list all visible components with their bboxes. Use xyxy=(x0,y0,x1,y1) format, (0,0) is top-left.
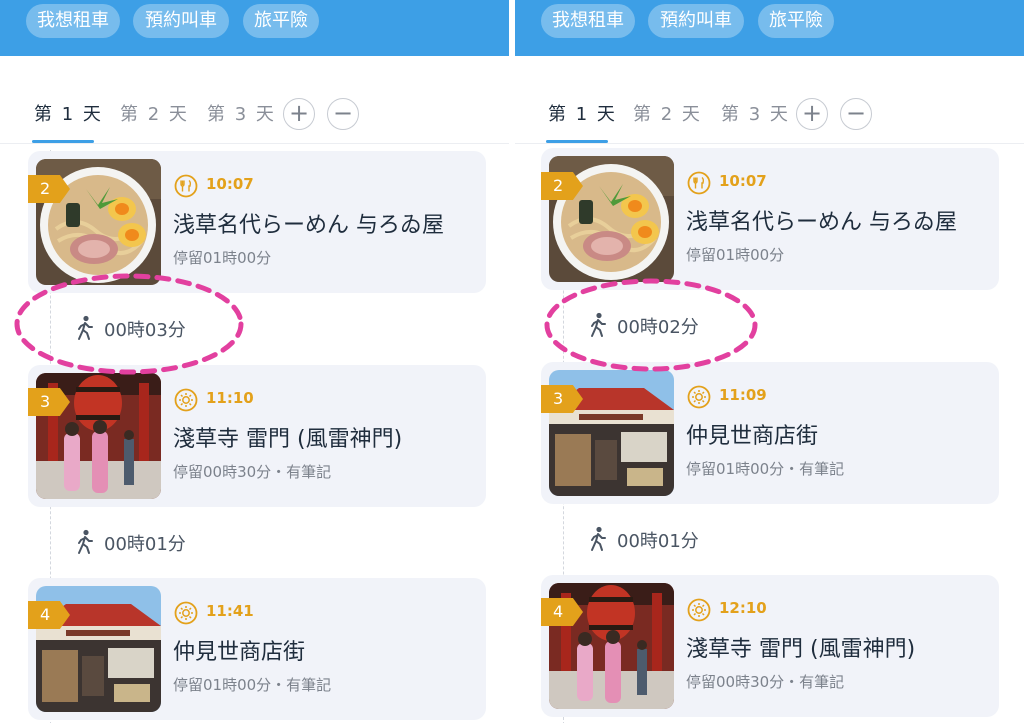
minus-icon[interactable]: − xyxy=(840,98,872,130)
stay-duration: 停留01時00分・有筆記 xyxy=(686,460,845,478)
walk-segment: 00時03分 xyxy=(74,313,224,343)
walk-segment: 00時02分 xyxy=(587,310,737,340)
book-taxi-button[interactable]: 預約叫車 xyxy=(648,4,744,38)
itinerary-stop-card[interactable]: 3 11:09 仲見世商店街 停留01時00分・有筆記 xyxy=(541,362,999,504)
stop-title: 淺草寺 雷門 (風雷神門) xyxy=(173,427,403,452)
walking-person-icon xyxy=(591,312,606,337)
stay-duration: 停留00時30分・有筆記 xyxy=(686,673,845,691)
sightseeing-icon xyxy=(687,598,711,622)
rent-car-button[interactable]: 我想租車 xyxy=(26,4,120,38)
restaurant-icon xyxy=(174,174,198,198)
sightseeing-icon xyxy=(687,385,711,409)
walking-person-icon xyxy=(78,315,93,340)
active-tab-indicator xyxy=(546,140,608,143)
arrival-time: 10:07 xyxy=(206,175,254,193)
itinerary-panel-after: 我想租車 預約叫車 旅平險 第 1 天 第 2 天 第 3 天 + − 2 10… xyxy=(515,0,1024,723)
book-taxi-button[interactable]: 預約叫車 xyxy=(133,4,229,38)
walking-person-icon xyxy=(78,529,93,554)
itinerary-stop-card[interactable]: 3 11:10 淺草寺 雷門 (風雷神門) 停留00時30分・有筆記 xyxy=(28,365,486,507)
itinerary-stop-card[interactable]: 4 11:41 仲見世商店街 停留01時00分・有筆記 xyxy=(28,578,486,720)
itinerary-stop-card[interactable]: 4 12:10 淺草寺 雷門 (風雷神門) 停留00時30分・有筆記 xyxy=(541,575,999,717)
walk-duration: 00時02分 xyxy=(617,317,699,338)
header-bar: 我想租車 預約叫車 旅平險 xyxy=(515,0,1024,56)
tab-day-1[interactable]: 第 1 天 xyxy=(34,100,103,126)
travel-insurance-button[interactable]: 旅平險 xyxy=(243,4,319,38)
header-bar: 我想租車 預約叫車 旅平險 xyxy=(0,0,509,56)
itinerary-panel-before: 我想租車 預約叫車 旅平險 第 1 天 第 2 天 第 3 天 + − 2 10… xyxy=(0,0,509,723)
walk-segment: 00時01分 xyxy=(587,524,737,554)
walk-segment: 00時01分 xyxy=(74,527,224,557)
walk-duration: 00時01分 xyxy=(104,534,186,555)
arrival-time: 11:10 xyxy=(206,389,254,407)
arrival-time: 11:09 xyxy=(719,386,767,404)
plus-icon[interactable]: + xyxy=(283,98,315,130)
walk-duration: 00時03分 xyxy=(104,320,186,341)
minus-icon[interactable]: − xyxy=(327,98,359,130)
stop-title: 仲見世商店街 xyxy=(686,424,819,449)
walking-person-icon xyxy=(591,526,606,551)
sightseeing-icon xyxy=(174,601,198,625)
sightseeing-icon xyxy=(174,388,198,412)
stay-duration: 停留00時30分・有筆記 xyxy=(173,463,332,481)
itinerary-stop-card[interactable]: 2 10:07 浅草名代らーめん 与ろゐ屋 停留01時00分 xyxy=(541,148,999,290)
travel-insurance-button[interactable]: 旅平險 xyxy=(758,4,834,38)
tab-day-2[interactable]: 第 2 天 xyxy=(633,100,702,126)
stop-title: 仲見世商店街 xyxy=(173,640,306,665)
arrival-time: 12:10 xyxy=(719,599,767,617)
tab-day-1[interactable]: 第 1 天 xyxy=(548,100,617,126)
restaurant-icon xyxy=(687,171,711,195)
stop-title: 浅草名代らーめん 与ろゐ屋 xyxy=(686,210,957,235)
stay-duration: 停留01時00分 xyxy=(686,246,785,264)
stay-duration: 停留01時00分・有筆記 xyxy=(173,676,332,694)
stay-duration: 停留01時00分 xyxy=(173,249,272,267)
tab-day-3[interactable]: 第 3 天 xyxy=(207,100,276,126)
rent-car-button[interactable]: 我想租車 xyxy=(541,4,635,38)
stop-title: 浅草名代らーめん 与ろゐ屋 xyxy=(173,213,444,238)
plus-icon[interactable]: + xyxy=(796,98,828,130)
stop-title: 淺草寺 雷門 (風雷神門) xyxy=(686,637,916,662)
walk-duration: 00時01分 xyxy=(617,531,699,552)
itinerary-stop-card[interactable]: 2 10:07 浅草名代らーめん 与ろゐ屋 停留01時00分 xyxy=(28,151,486,293)
arrival-time: 11:41 xyxy=(206,602,254,620)
day-tabs: 第 1 天 第 2 天 第 3 天 + − xyxy=(515,92,1024,144)
day-tabs: 第 1 天 第 2 天 第 3 天 + − xyxy=(0,92,509,144)
active-tab-indicator xyxy=(32,140,94,143)
tab-day-2[interactable]: 第 2 天 xyxy=(120,100,189,126)
tab-day-3[interactable]: 第 3 天 xyxy=(721,100,790,126)
arrival-time: 10:07 xyxy=(719,172,767,190)
